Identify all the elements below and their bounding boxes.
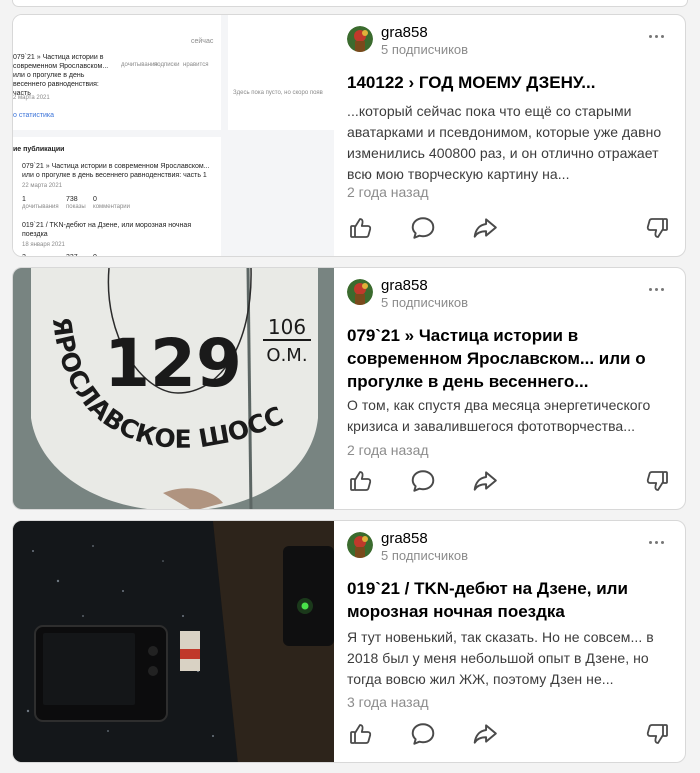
more-icon[interactable] bbox=[645, 278, 667, 300]
screenshot-text: сейчас bbox=[191, 38, 214, 45]
screenshot-text: 2 марта 2021 bbox=[13, 95, 50, 101]
screenshot-text: показы bbox=[66, 204, 86, 210]
night-photo bbox=[13, 521, 334, 762]
action-bar bbox=[347, 720, 685, 748]
screenshot-text: 079`21 » Частица истории в современном Я… bbox=[13, 54, 109, 97]
article-content: gra858 5 подписчиков 019`21 / TKN-дебют … bbox=[347, 521, 685, 762]
article-snippet[interactable]: ...который сейчас пока что ещё со старым… bbox=[347, 101, 669, 185]
channel-name[interactable]: gra858 bbox=[381, 277, 428, 295]
share-icon[interactable] bbox=[471, 467, 499, 495]
screenshot-text: 22 марта 2021 bbox=[22, 183, 63, 189]
channel-avatar[interactable] bbox=[347, 532, 373, 558]
like-icon[interactable] bbox=[347, 720, 375, 748]
channel-name[interactable]: gra858 bbox=[381, 24, 428, 42]
article-title[interactable]: 140122 › ГОД МОЕМУ ДЗЕНУ... bbox=[347, 71, 667, 94]
screenshot-text: 079`21 » Частица истории в современном Я… bbox=[22, 163, 210, 179]
article-card[interactable]: gra858 5 подписчиков 019`21 / TKN-дебют … bbox=[12, 520, 686, 763]
share-icon[interactable] bbox=[471, 214, 499, 242]
article-card[interactable]: сейчас 079`21 » Частица истории в соврем… bbox=[12, 14, 686, 257]
subscriber-count: 5 подписчиков bbox=[381, 295, 469, 310]
sign-number: 129 bbox=[104, 325, 242, 402]
dislike-icon[interactable] bbox=[643, 467, 671, 495]
screenshot-text: ие публикации bbox=[13, 146, 65, 153]
publish-date: 2 года назад bbox=[347, 442, 429, 458]
channel-avatar[interactable] bbox=[347, 26, 373, 52]
action-bar bbox=[347, 467, 685, 495]
like-icon[interactable] bbox=[347, 214, 375, 242]
article-content: gra858 5 подписчиков 079`21 » Частица ис… bbox=[347, 268, 685, 509]
screenshot-text: дочитывания bbox=[22, 204, 59, 210]
screenshot-text: 0 bbox=[93, 253, 97, 256]
article-thumbnail[interactable]: сейчас 079`21 » Частица истории в соврем… bbox=[13, 15, 334, 256]
article-thumbnail[interactable] bbox=[13, 521, 334, 762]
road-sign-photo: 129 106 О.М. ЯРОСЛАВСКОЕ ШОССЕ bbox=[13, 268, 334, 509]
article-content: gra858 5 подписчиков 140122 › ГОД МОЕМУ … bbox=[347, 15, 685, 256]
screenshot-text: комментарии bbox=[93, 204, 130, 210]
screenshot-text: Здесь пока пусто, но скоро появ bbox=[233, 90, 323, 96]
article-snippet[interactable]: О том, как спустя два месяца энергетичес… bbox=[347, 395, 669, 437]
dislike-icon[interactable] bbox=[643, 720, 671, 748]
screenshot-text: 2 bbox=[22, 253, 26, 256]
screenshot-text: о статистика bbox=[13, 112, 55, 119]
article-title[interactable]: 079`21 » Частица истории в современном Я… bbox=[347, 324, 667, 393]
comment-icon[interactable] bbox=[409, 720, 437, 748]
screenshot-text: дочитывания bbox=[121, 62, 158, 68]
comment-icon[interactable] bbox=[409, 467, 437, 495]
article-snippet[interactable]: Я тут новенький, так сказать. Но не совс… bbox=[347, 627, 669, 690]
article-title[interactable]: 019`21 / TKN-дебют на Дзене, или морозна… bbox=[347, 577, 667, 623]
previous-card-edge bbox=[12, 0, 688, 7]
screenshot-text: нравится bbox=[183, 62, 209, 68]
article-thumbnail[interactable]: 129 106 О.М. ЯРОСЛАВСКОЕ ШОССЕ bbox=[13, 268, 334, 509]
article-card[interactable]: 129 106 О.М. ЯРОСЛАВСКОЕ ШОССЕ gra858 5 … bbox=[12, 267, 686, 510]
channel-avatar[interactable] bbox=[347, 279, 373, 305]
comment-icon[interactable] bbox=[409, 214, 437, 242]
action-bar bbox=[347, 214, 685, 242]
screenshot-text: подписки bbox=[154, 62, 180, 68]
publish-date: 3 года назад bbox=[347, 694, 429, 710]
screenshot-text: 337 bbox=[66, 253, 78, 256]
more-icon[interactable] bbox=[645, 531, 667, 553]
screenshot-text: 18 января 2021 bbox=[22, 242, 65, 248]
dislike-icon[interactable] bbox=[643, 214, 671, 242]
channel-name[interactable]: gra858 bbox=[381, 530, 428, 548]
publish-date: 2 года назад bbox=[347, 184, 429, 200]
more-icon[interactable] bbox=[645, 25, 667, 47]
sign-km: 106 bbox=[268, 315, 306, 339]
subscriber-count: 5 подписчиков bbox=[381, 42, 469, 57]
sign-om: О.М. bbox=[266, 345, 307, 366]
like-icon[interactable] bbox=[347, 467, 375, 495]
subscriber-count: 5 подписчиков bbox=[381, 548, 469, 563]
share-icon[interactable] bbox=[471, 720, 499, 748]
dashboard-screenshot-image: сейчас 079`21 » Частица истории в соврем… bbox=[13, 15, 334, 256]
screenshot-text: 019`21 / TKN-дебют на Дзене, или морозна… bbox=[22, 222, 192, 238]
